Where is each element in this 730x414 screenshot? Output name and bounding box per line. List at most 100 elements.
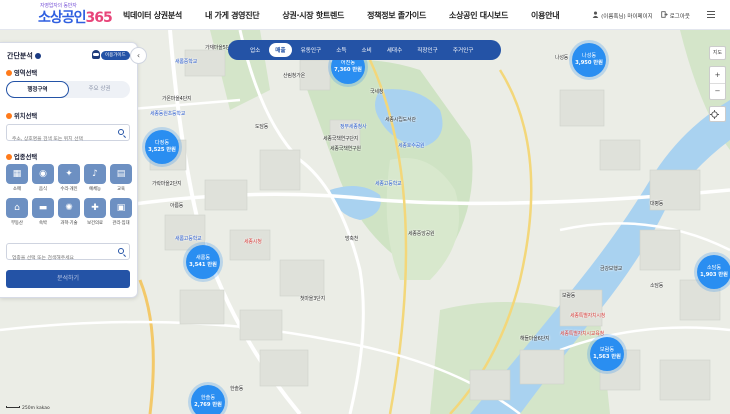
- nav-policy-guide[interactable]: 정책정보 졸가이드: [367, 10, 426, 21]
- tab-residents[interactable]: 주거인구: [453, 46, 474, 54]
- area-toggle: 행정구역 주요 상권: [6, 81, 130, 98]
- user-icon: [592, 11, 599, 18]
- zoom-control: + −: [709, 66, 726, 100]
- map-type-label: 지도: [712, 50, 723, 56]
- map-label: 새롬중학교: [175, 59, 198, 65]
- tab-workers[interactable]: 직장인구: [417, 46, 438, 54]
- map-label: 한솔동: [230, 386, 244, 392]
- map-label: 세종특별자치시청: [570, 313, 606, 319]
- logo-name: 소상공인365: [38, 10, 113, 26]
- hospital-icon: ✚: [84, 198, 106, 218]
- cluster-marker[interactable]: 소담동 1,903 만원: [697, 255, 730, 289]
- logout-label: 로그아웃: [669, 13, 690, 20]
- map-label: 나성동: [555, 55, 569, 61]
- logout-link[interactable]: 로그아웃: [661, 10, 690, 20]
- map-label: 소담동: [650, 283, 664, 289]
- pin-icon: [6, 113, 12, 119]
- nav-bigdata-analysis[interactable]: 빅데이터 상권분석: [123, 10, 182, 21]
- industry-health[interactable]: ✚ 보건의료: [84, 198, 106, 226]
- tab-floating-population[interactable]: 유동인구: [301, 46, 322, 54]
- location-search-input[interactable]: [7, 132, 115, 147]
- cluster-marker[interactable]: 보람동 1,563 만원: [590, 337, 624, 371]
- map-label: 세종동원초등학교: [150, 111, 186, 117]
- map-label: 가락마을2단지: [152, 181, 182, 187]
- analyze-button[interactable]: 분석하기: [6, 270, 130, 288]
- nav-dashboard[interactable]: 소상공인 대시보드: [449, 10, 508, 21]
- dish-icon: ◉: [32, 164, 54, 184]
- tab-stores[interactable]: 업소: [250, 46, 260, 54]
- tab-income[interactable]: 소득: [336, 46, 346, 54]
- house-search-icon: ⌂: [6, 198, 28, 218]
- tab-consumption[interactable]: 소비: [361, 46, 371, 54]
- pin-icon: [6, 154, 12, 160]
- map-label: 방축천: [345, 236, 359, 242]
- map-label: 금강보행교: [600, 266, 623, 272]
- book-icon: ▤: [110, 164, 132, 184]
- cluster-marker[interactable]: 나성동 3,950 만원: [572, 43, 606, 77]
- search-icon[interactable]: [118, 248, 124, 254]
- map-label: 대평동: [650, 201, 664, 207]
- industry-food[interactable]: ◉ 음식: [32, 164, 54, 192]
- nav-help[interactable]: 이용안내: [531, 10, 560, 21]
- toggle-main-district[interactable]: 주요 상권: [69, 81, 130, 98]
- map-label: 새롬고등학교: [175, 236, 202, 242]
- collapse-panel-button[interactable]: ‹: [130, 47, 147, 64]
- map-label: 세종국책연구단지: [323, 136, 359, 142]
- industry-retail[interactable]: ▦ 소매: [6, 164, 28, 192]
- industry-grid: ▦ 소매 ◉ 음식 ✦ 수리·개인 ♪ 예체능 ▤ 교육 ⌂ 부동산 ▬ 숙박 ✺ 과학·기술 …: [6, 164, 132, 226]
- cluster-marker[interactable]: 새롬동 3,541 만원: [186, 245, 220, 279]
- industry-realestate[interactable]: ⌂ 부동산: [6, 198, 28, 226]
- clipboard-icon: ▣: [110, 198, 132, 218]
- search-icon[interactable]: [118, 129, 124, 135]
- chevron-left-icon: ‹: [136, 51, 141, 60]
- industry-management[interactable]: ▣ 관리·임대: [110, 198, 132, 226]
- map-brand: kakao: [36, 406, 50, 411]
- map-label: 가온마을4단지: [162, 96, 192, 102]
- tab-sales[interactable]: 매출: [269, 43, 292, 57]
- map-type-control[interactable]: 지도: [709, 46, 726, 60]
- map-label: 첫마을3단지: [300, 296, 325, 302]
- map-scale: 250m kakao: [4, 406, 50, 411]
- industry-repair[interactable]: ✦ 수리·개인: [58, 164, 80, 192]
- shop-icon: ▦: [6, 164, 28, 184]
- map-label: 세종시립도서관: [385, 117, 416, 123]
- category-tabs: 업소 매출 유동인구 소득 소비 세대수 직장인구 주거인구: [228, 40, 501, 60]
- top-navigation-bar: 자영업자의 동반자 소상공인365 빅데이터 상권분석 내 가게 경영진단 상권…: [0, 0, 730, 30]
- map-label: 세종특별자치시교육청: [560, 331, 605, 337]
- location-search: [6, 124, 130, 147]
- menu-icon[interactable]: [707, 11, 715, 18]
- industry-lodging[interactable]: ▬ 숙박: [32, 198, 54, 226]
- atom-icon: ✺: [58, 198, 80, 218]
- toggle-admin-district[interactable]: 행정구역: [6, 81, 69, 98]
- nav-store-diagnosis[interactable]: 내 가게 경영진단: [205, 10, 260, 21]
- industry-section-title: 업종선택: [6, 152, 37, 161]
- tab-households[interactable]: 세대수: [387, 46, 402, 54]
- map-label: 보람동: [562, 293, 576, 299]
- map-label: 국세청: [370, 89, 384, 95]
- site-logo[interactable]: 자영업자의 동반자 소상공인365: [38, 2, 113, 28]
- area-section-title: 영역선택: [6, 68, 37, 77]
- palette-icon: ♪: [84, 164, 106, 184]
- guide-button[interactable]: 이용가이드: [101, 51, 130, 60]
- industry-search-input[interactable]: [7, 251, 115, 266]
- industry-science[interactable]: ✺ 과학·기술: [58, 198, 80, 226]
- nav-hot-trend[interactable]: 상권·시장 핫트렌드: [282, 10, 344, 21]
- mypage-link[interactable]: (이름혹님) 마이페이지: [592, 11, 653, 20]
- map-label: 도담동: [255, 124, 269, 130]
- pin-icon: [6, 70, 12, 76]
- zoom-in-button[interactable]: +: [710, 67, 725, 84]
- map-label: 해들마을6단지: [520, 336, 550, 342]
- map-label: 세종고등학교: [375, 181, 402, 187]
- cluster-marker[interactable]: 한솔동 2,769 만원: [191, 385, 225, 414]
- cluster-marker[interactable]: 다정동 3,525 만원: [145, 130, 179, 164]
- wrench-icon: ✦: [58, 164, 80, 184]
- bed-icon: ▬: [32, 198, 54, 218]
- industry-search: [6, 243, 130, 266]
- zoom-out-button[interactable]: −: [710, 84, 725, 100]
- help-icon[interactable]: [34, 53, 41, 59]
- industry-education[interactable]: ▤ 교육: [110, 164, 132, 192]
- map-label: 아름동: [170, 203, 184, 209]
- my-location-button[interactable]: [709, 106, 726, 122]
- map-label: 세종시청: [244, 239, 262, 245]
- industry-arts[interactable]: ♪ 예체능: [84, 164, 106, 192]
